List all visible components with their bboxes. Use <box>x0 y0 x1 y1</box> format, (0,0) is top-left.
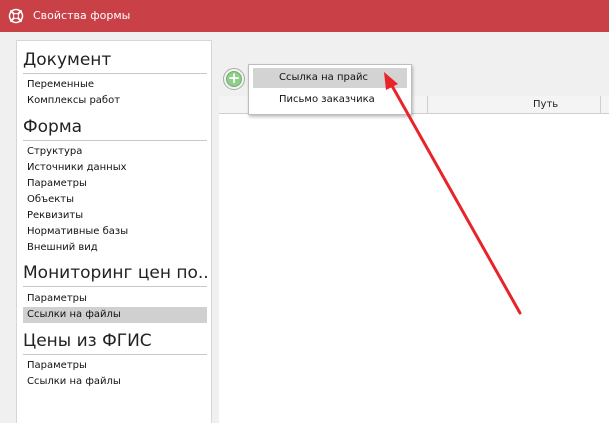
window-titlebar[interactable]: Свойства формы <box>0 0 609 32</box>
section-title-price-monitoring: Мониторинг цен по... <box>23 263 207 283</box>
app-logo-icon <box>8 8 24 24</box>
nav-item-parameters[interactable]: Параметры <box>23 176 207 192</box>
nav-item-fgis-file-links[interactable]: Ссылки на файлы <box>23 374 207 390</box>
window-title: Свойства формы <box>33 9 131 22</box>
menu-item-price-link[interactable]: Ссылка на прайс <box>253 68 407 88</box>
nav-item-monitoring-parameters[interactable]: Параметры <box>23 291 207 307</box>
section-divider <box>23 354 207 355</box>
nav-item-appearance[interactable]: Внешний вид <box>23 240 207 256</box>
add-plus-icon: + <box>226 69 242 87</box>
file-links-content: + Путь <box>219 64 609 423</box>
nav-item-variables[interactable]: Переменные <box>23 77 207 93</box>
section-title-fgis-prices: Цены из ФГИС <box>23 331 152 351</box>
nav-item-data-sources[interactable]: Источники данных <box>23 160 207 176</box>
column-separator[interactable] <box>427 96 428 114</box>
add-button[interactable]: + <box>223 68 245 90</box>
add-dropdown-menu: Ссылка на прайс Письмо заказчика <box>248 64 412 115</box>
column-separator[interactable] <box>600 96 601 114</box>
section-title-form: Форма <box>23 117 83 137</box>
nav-item-objects[interactable]: Объекты <box>23 192 207 208</box>
nav-item-monitoring-file-links[interactable]: Ссылки на файлы <box>23 307 207 323</box>
nav-item-structure[interactable]: Структура <box>23 144 207 160</box>
column-header-path[interactable]: Путь <box>533 99 558 110</box>
nav-item-work-complexes[interactable]: Комплексы работ <box>23 93 207 109</box>
section-title-document: Документ <box>23 50 112 70</box>
nav-item-normative-bases[interactable]: Нормативные базы <box>23 224 207 240</box>
menu-item-customer-letter[interactable]: Письмо заказчика <box>253 90 407 110</box>
properties-nav-panel: Документ Переменные Комплексы работ Форм… <box>16 40 212 423</box>
section-divider <box>23 140 207 141</box>
section-divider <box>23 286 207 287</box>
nav-item-fgis-parameters[interactable]: Параметры <box>23 358 207 374</box>
nav-item-requisites[interactable]: Реквизиты <box>23 208 207 224</box>
section-divider <box>23 73 207 74</box>
